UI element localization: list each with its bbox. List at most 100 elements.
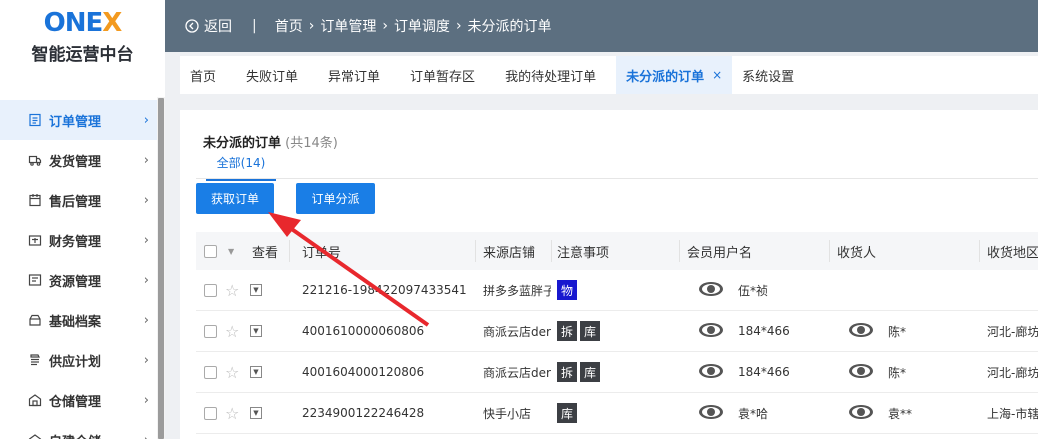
truck-icon [28, 153, 42, 167]
shop-name: 商派云店der [483, 365, 551, 380]
order-number[interactable]: 4001610000060806 [302, 311, 424, 351]
expand-row-icon[interactable]: ▼ [250, 393, 262, 433]
member-cell: 袁*哈 [698, 393, 768, 433]
top-header: 返回 | 首页 › 订单管理 › 订单调度 › 未分派的订单 [165, 0, 1038, 52]
col-receiver: 收货人 [837, 245, 877, 261]
sidebar-item[interactable]: 仓储管理 › [0, 380, 157, 420]
eye-icon[interactable] [698, 404, 724, 423]
select-dropdown-icon[interactable]: ▼ [228, 232, 234, 270]
expand-row-icon[interactable]: ▼ [250, 270, 262, 310]
breadcrumb-item[interactable]: 订单管理 [320, 16, 376, 36]
eye-icon[interactable] [698, 322, 724, 341]
tab[interactable]: 异常订单 [318, 56, 400, 94]
logo: ONEX 智能运营中台 [0, 0, 165, 95]
col-divider [979, 240, 980, 262]
app-title: 智能运营中台 [31, 45, 134, 65]
tab[interactable]: 失败订单 [236, 56, 318, 94]
expand-row-icon[interactable]: ▼ [250, 311, 262, 351]
sidebar-item[interactable]: 财务管理 › [0, 220, 157, 260]
sidebar-item-label: 仓储管理 [49, 394, 102, 410]
sidebar-menu: 订单管理 › 发货管理 › 售后管理 › 财务管理 › 资源管理 › 基础档案 › 供应计划 › 仓储管理 ›… [0, 100, 157, 439]
star-icon[interactable]: ☆ [225, 270, 239, 310]
note-tag: 库 [580, 362, 601, 382]
tab[interactable]: 首页 [180, 56, 236, 94]
fetch-orders-button[interactable]: 获取订单 [196, 183, 274, 214]
main-content: 未分派的订单 (共14条) 全部(14) 获取订单 订单分派 ▼ 查看 订单号 … [180, 110, 1038, 439]
close-icon[interactable]: × [712, 68, 722, 82]
row-checkbox[interactable] [204, 311, 217, 351]
note-tag: 拆 [557, 321, 578, 341]
receiver-cell: 陈* [848, 311, 906, 351]
star-icon[interactable]: ☆ [225, 352, 239, 392]
row-checkbox[interactable] [204, 352, 217, 392]
member-cell: 伍*祯 [698, 270, 768, 310]
chevron-right-icon: › [143, 312, 149, 328]
resource-icon [28, 273, 42, 287]
eye-icon[interactable] [848, 363, 874, 382]
supply-plan-icon [28, 353, 42, 367]
sidebar-item[interactable]: 供应计划 › [0, 340, 157, 380]
breadcrumb-chevron-icon: › [308, 18, 315, 34]
page-title-row: 未分派的订单 (共14条) [203, 132, 338, 151]
eye-icon[interactable] [698, 281, 724, 300]
table-row[interactable]: ☆ ▼ 2234900122246428 快手小店 库 袁*哈 袁** 上海-市辖 [196, 393, 1038, 434]
row-checkbox[interactable] [204, 270, 217, 310]
eye-icon[interactable] [698, 363, 724, 382]
subtab-all[interactable]: 全部(14) [206, 154, 276, 181]
table-row[interactable]: ☆ ▼ 4001604000120806 商派云店der 拆库 184*466 陈* 河北-廊… [196, 352, 1038, 393]
member-name: 伍*祯 [738, 283, 769, 298]
page-title: 未分派的订单 [203, 136, 282, 151]
sidebar-scrollbar-thumb[interactable] [158, 98, 164, 439]
sidebar-item-label: 售后管理 [49, 194, 102, 210]
breadcrumb-item[interactable]: 订单调度 [394, 16, 450, 36]
breadcrumb-item[interactable]: 首页 [275, 16, 303, 36]
star-icon[interactable]: ☆ [225, 393, 239, 433]
wallet-icon [28, 233, 42, 247]
dispatch-orders-button[interactable]: 订单分派 [296, 183, 375, 214]
star-icon[interactable]: ☆ [225, 311, 239, 351]
content-divider [196, 178, 1038, 179]
sidebar-item[interactable]: 售后管理 › [0, 180, 157, 220]
order-number[interactable]: 2234900122246428 [302, 393, 424, 433]
sidebar-item-label: 发货管理 [49, 154, 102, 170]
tab[interactable]: 未分派的订单 × [616, 56, 733, 94]
breadcrumb-item[interactable]: 未分派的订单 [468, 16, 552, 36]
chevron-right-icon: › [143, 152, 149, 168]
eye-icon[interactable] [848, 404, 874, 423]
notes-cell: 拆库 [557, 352, 603, 392]
logo-mark: ONEX [43, 8, 123, 38]
order-number[interactable]: 221216-198422097433541 [302, 270, 467, 310]
tab[interactable]: 我的待处理订单 [495, 56, 616, 94]
col-divider [679, 240, 680, 262]
sidebar-item[interactable]: 订单管理 › [0, 100, 157, 140]
chevron-right-icon: › [143, 232, 149, 248]
sidebar-item[interactable]: 基础档案 › [0, 300, 157, 340]
sidebar-item[interactable]: 自建仓储 › [0, 420, 157, 439]
table-header: ▼ 查看 订单号 来源店铺 注意事项 会员用户名 收货人 收货地区 [196, 232, 1038, 270]
table-row[interactable]: ☆ ▼ 221216-198422097433541 拼多多蓝胖子物 伍*祯 [196, 270, 1038, 311]
sidebar-item-label: 财务管理 [49, 234, 102, 250]
chevron-right-icon: › [143, 392, 149, 408]
calendar-icon [28, 193, 42, 207]
tab[interactable]: 系统设置 [732, 56, 814, 94]
note-tag: 物 [557, 280, 578, 300]
tab[interactable]: 订单暂存区 [400, 56, 495, 94]
sidebar-item[interactable]: 发货管理 › [0, 140, 157, 180]
tab-label: 异常订单 [328, 69, 381, 85]
member-cell: 184*466 [698, 352, 790, 392]
breadcrumb-chevron-icon: › [455, 18, 462, 34]
member-name: 184*466 [738, 365, 790, 379]
back-button[interactable]: 返回 [185, 16, 232, 36]
table-row[interactable]: ☆ ▼ 4001610000060806 商派云店der 拆库 184*466 陈* 河北-廊… [196, 311, 1038, 352]
member-name: 袁*哈 [738, 406, 769, 421]
select-all-checkbox[interactable] [204, 232, 217, 270]
sidebar-item[interactable]: 资源管理 › [0, 260, 157, 300]
order-number[interactable]: 4001604000120806 [302, 352, 424, 392]
chevron-right-icon: › [143, 352, 149, 368]
eye-icon[interactable] [848, 322, 874, 341]
col-order-no: 订单号 [302, 245, 342, 261]
chevron-right-icon: › [143, 192, 149, 208]
expand-row-icon[interactable]: ▼ [250, 352, 262, 392]
col-divider [551, 240, 552, 262]
row-checkbox[interactable] [204, 393, 217, 433]
